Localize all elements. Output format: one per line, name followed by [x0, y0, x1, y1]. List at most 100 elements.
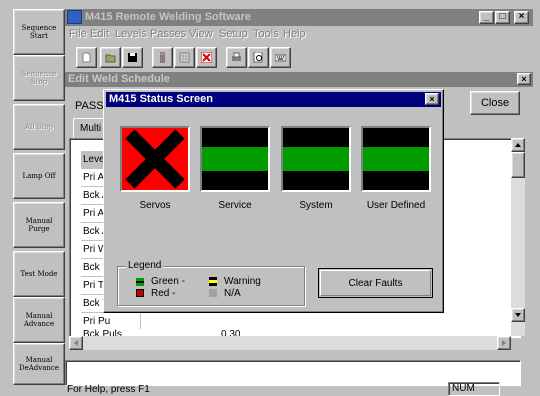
calculator-icon: [160, 52, 165, 63]
num-lock-label: NUM: [452, 383, 475, 394]
system-label: System: [299, 200, 333, 211]
legend-red-label: Red -: [151, 288, 176, 299]
clear-faults-label: Clear Faults: [348, 277, 403, 289]
print-preview-icon: [253, 52, 263, 63]
legend-warning-label: Warning: [224, 276, 261, 287]
num-lock-indicator: NUM: [448, 382, 500, 396]
menu-file[interactable]: File: [69, 28, 87, 40]
grid-button[interactable]: [174, 47, 195, 68]
green-status-band: [283, 147, 349, 171]
printer-icon: [232, 52, 241, 61]
menu-setup[interactable]: Setup: [219, 28, 248, 40]
print-preview-button[interactable]: [248, 47, 269, 68]
left-button-panel: Sequence Start Sequence Stop All Stop La…: [13, 9, 65, 385]
sequence-stop-button[interactable]: Sequence Stop: [13, 55, 65, 101]
save-icon: [128, 53, 137, 62]
legend-na-label: N/A: [224, 288, 241, 299]
manual-purge-label: Manual Purge: [25, 217, 53, 233]
child-window-title: Edit Weld Schedule: [68, 73, 170, 85]
minimize-button[interactable]: _: [479, 11, 494, 24]
menu-edit[interactable]: Edit: [90, 28, 109, 40]
app-title: M415 Remote Welding Software: [85, 11, 252, 23]
manual-advance-label: Manual Advance: [23, 312, 55, 328]
child-close-button[interactable]: ×: [517, 73, 531, 85]
horizontal-scrollbar[interactable]: [69, 336, 511, 350]
keyboard-icon: [275, 54, 286, 62]
status-screen-dialog: M415 Status Screen × Servos Service Syst…: [103, 89, 444, 313]
menu-help[interactable]: Help: [283, 28, 306, 40]
scroll-thumb[interactable]: [511, 152, 525, 178]
service-label: Service: [218, 200, 252, 211]
scroll-left-button[interactable]: [69, 336, 83, 350]
sequence-start-label: Sequence Start: [21, 24, 57, 40]
user-defined-label: User Defined: [366, 200, 426, 211]
dialog-title-bar[interactable]: M415 Status Screen ×: [106, 92, 441, 107]
status-text: For Help, press F1: [67, 384, 150, 395]
new-file-button[interactable]: [76, 47, 97, 68]
all-stop-button[interactable]: All Stop: [13, 104, 65, 150]
servos-label: Servos: [139, 200, 171, 211]
vertical-scrollbar[interactable]: [511, 138, 525, 336]
minimize-icon: _: [483, 11, 490, 22]
close-button[interactable]: Close: [470, 91, 520, 115]
manual-deadvance-button[interactable]: Manual DeAdvance: [13, 343, 65, 385]
gray-swatch-icon: [209, 289, 217, 297]
green-status-band: [363, 147, 429, 171]
menu-levels[interactable]: Levels: [115, 28, 147, 40]
legend-green-label: Green -: [151, 276, 185, 287]
servos-indicator: [120, 126, 190, 192]
yellow-swatch-icon: [209, 277, 217, 286]
legend-group: Legend Green - Red - Warning N/A: [117, 260, 305, 306]
scroll-right-button[interactable]: [497, 336, 511, 350]
dialog-close-button[interactable]: ×: [425, 93, 439, 105]
clear-faults-button[interactable]: Clear Faults: [318, 268, 433, 298]
green-swatch-icon: [136, 278, 144, 286]
menu-passes[interactable]: Passes: [150, 28, 186, 40]
print-button[interactable]: [226, 47, 247, 68]
calculator-button[interactable]: [152, 47, 173, 68]
status-bar: For Help, press F1 NUM: [65, 360, 533, 396]
delete-x-icon: [201, 52, 212, 63]
lamp-off-label: Lamp Off: [22, 172, 56, 180]
arrow-left-icon: [74, 340, 78, 346]
green-status-band: [202, 147, 268, 171]
maximize-button[interactable]: □: [495, 11, 510, 24]
arrow-down-icon: [515, 313, 521, 317]
system-indicator: [281, 126, 351, 192]
app-title-bar[interactable]: M415 Remote Welding Software _ □ ×: [65, 9, 533, 26]
arrow-right-icon: [502, 340, 506, 346]
sequence-stop-label: Sequence Stop: [21, 70, 57, 86]
child-title-bar[interactable]: Edit Weld Schedule ×: [65, 72, 533, 87]
menu-tools[interactable]: Tools: [253, 28, 279, 40]
sequence-start-button[interactable]: Sequence Start: [13, 9, 65, 55]
test-mode-label: Test Mode: [20, 270, 58, 278]
keyboard-button[interactable]: [270, 47, 291, 68]
app-icon: [67, 10, 82, 24]
close-icon: ×: [429, 94, 435, 104]
close-window-button[interactable]: ×: [514, 11, 529, 24]
tab-multi-label: Multi: [80, 123, 102, 134]
toolbar: [65, 45, 533, 71]
save-button[interactable]: [122, 47, 143, 68]
red-x-fault-icon: [122, 128, 188, 190]
red-swatch-icon: [136, 289, 144, 297]
menu-bar: File Edit Levels Passes View Setup Tools…: [65, 26, 533, 43]
manual-purge-button[interactable]: Manual Purge: [13, 202, 65, 248]
desktop-frame: Sequence Start Sequence Stop All Stop La…: [0, 0, 540, 396]
menu-view[interactable]: View: [189, 28, 213, 40]
delete-button[interactable]: [196, 47, 217, 68]
open-file-button[interactable]: [100, 47, 121, 68]
dialog-title: M415 Status Screen: [109, 93, 213, 105]
user-defined-indicator: [361, 126, 431, 192]
scroll-down-button[interactable]: [511, 308, 525, 322]
lamp-off-button[interactable]: Lamp Off: [13, 153, 65, 199]
scroll-up-button[interactable]: [511, 138, 525, 152]
grid-icon: [179, 52, 190, 63]
all-stop-label: All Stop: [24, 123, 54, 131]
manual-advance-button[interactable]: Manual Advance: [13, 297, 65, 343]
close-icon: ×: [521, 74, 527, 84]
service-indicator: [200, 126, 270, 192]
new-file-icon: [82, 52, 91, 63]
test-mode-button[interactable]: Test Mode: [13, 251, 65, 297]
open-folder-icon: [105, 54, 116, 63]
